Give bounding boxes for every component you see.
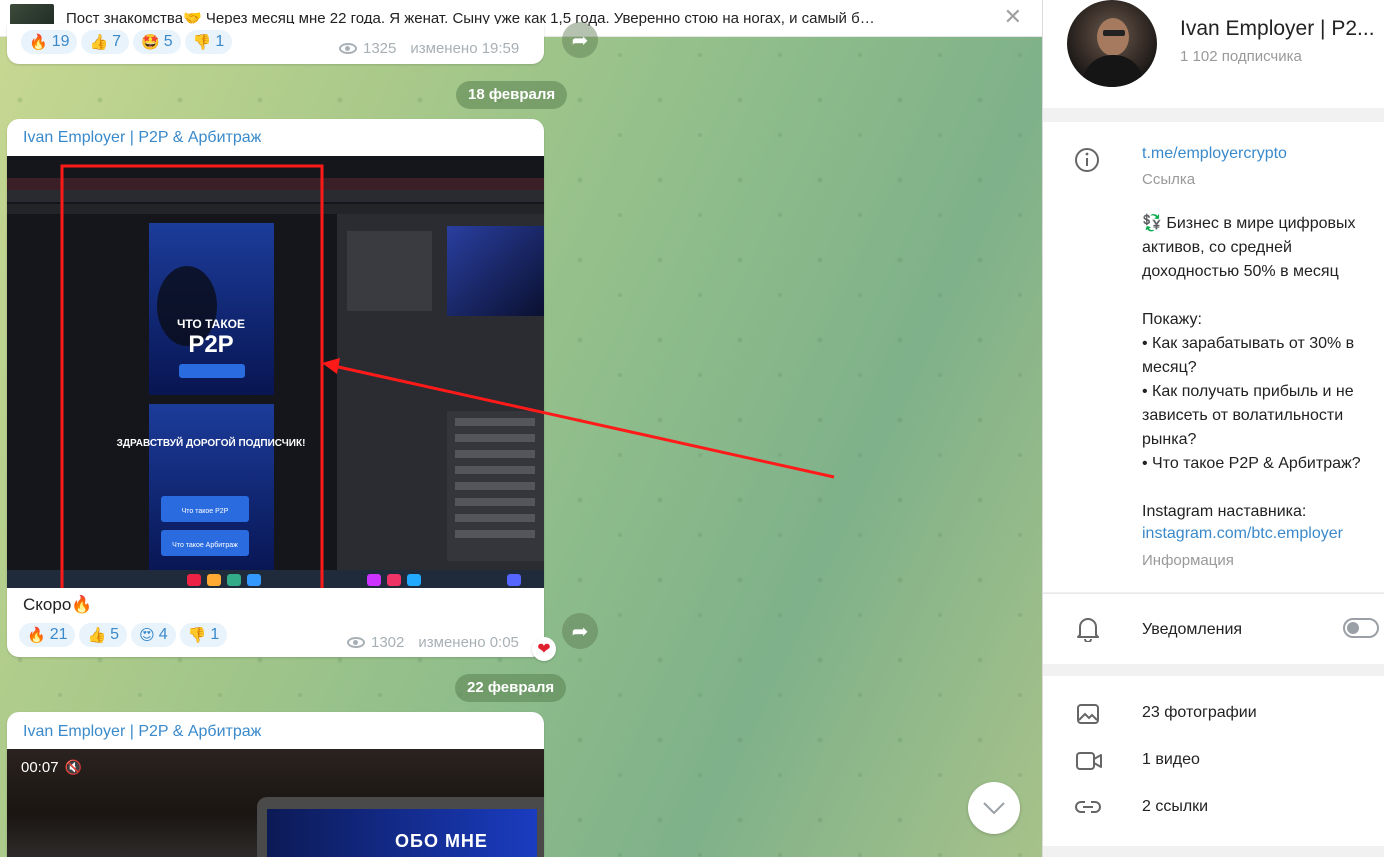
channel-link-label: Ссылка bbox=[1142, 171, 1196, 188]
forward-icon[interactable]: ➦ bbox=[562, 613, 598, 649]
scroll-down-button[interactable] bbox=[968, 782, 1020, 834]
subscriber-count: 1 102 подписчика bbox=[1180, 48, 1302, 65]
link-icon bbox=[1075, 801, 1101, 813]
message-author[interactable]: Ivan Employer | P2P & Арбитраж bbox=[23, 723, 261, 741]
media-label: 2 ссылки bbox=[1142, 798, 1209, 815]
channel-name: Ivan Employer | P2... bbox=[1180, 17, 1375, 40]
media-label: 23 фотографии bbox=[1142, 704, 1257, 721]
notifications-toggle[interactable] bbox=[1343, 618, 1379, 638]
channel-header: Ivan Employer | P2... 1 102 подписчика bbox=[1043, 0, 1384, 108]
channel-link[interactable]: t.me/employercrypto bbox=[1142, 145, 1287, 163]
image-icon bbox=[1077, 704, 1099, 724]
bell-icon bbox=[1077, 618, 1099, 642]
media-label: 1 видео bbox=[1142, 751, 1200, 768]
shared-media-list: 23 фотографии 1 видео 2 ссылки bbox=[1043, 676, 1384, 846]
heart-icon[interactable]: ❤ bbox=[532, 637, 556, 661]
mute-icon[interactable]: 🔇 bbox=[65, 759, 82, 776]
chevron-down-icon bbox=[983, 802, 1005, 815]
channel-info-panel: Ivan Employer | P2... 1 102 подписчика t… bbox=[1042, 0, 1384, 857]
avatar[interactable] bbox=[1067, 0, 1157, 87]
channel-description: 💱 Бизнес в мире цифровых активов, со сре… bbox=[1142, 215, 1361, 520]
message-video[interactable]: ОБО МНЕ 00:07 🔇 bbox=[7, 749, 544, 857]
info-label: Информация bbox=[1142, 552, 1234, 569]
date-separator: 22 февраля bbox=[455, 674, 567, 702]
video-text: ОБО МНЕ bbox=[395, 831, 488, 851]
video-duration: 00:07 🔇 bbox=[21, 759, 82, 776]
channel-about: t.me/employercrypto Ссылка 💱 Бизнес в ми… bbox=[1043, 122, 1384, 592]
video-icon bbox=[1076, 752, 1102, 770]
notifications-row[interactable]: Уведомления bbox=[1043, 593, 1384, 664]
instagram-link[interactable]: instagram.com/btc.employer bbox=[1142, 525, 1343, 543]
info-icon bbox=[1075, 148, 1099, 172]
chat-area: Пост знакомства🤝 Через месяц мне 22 года… bbox=[0, 0, 1042, 857]
notifications-label: Уведомления bbox=[1142, 621, 1243, 638]
